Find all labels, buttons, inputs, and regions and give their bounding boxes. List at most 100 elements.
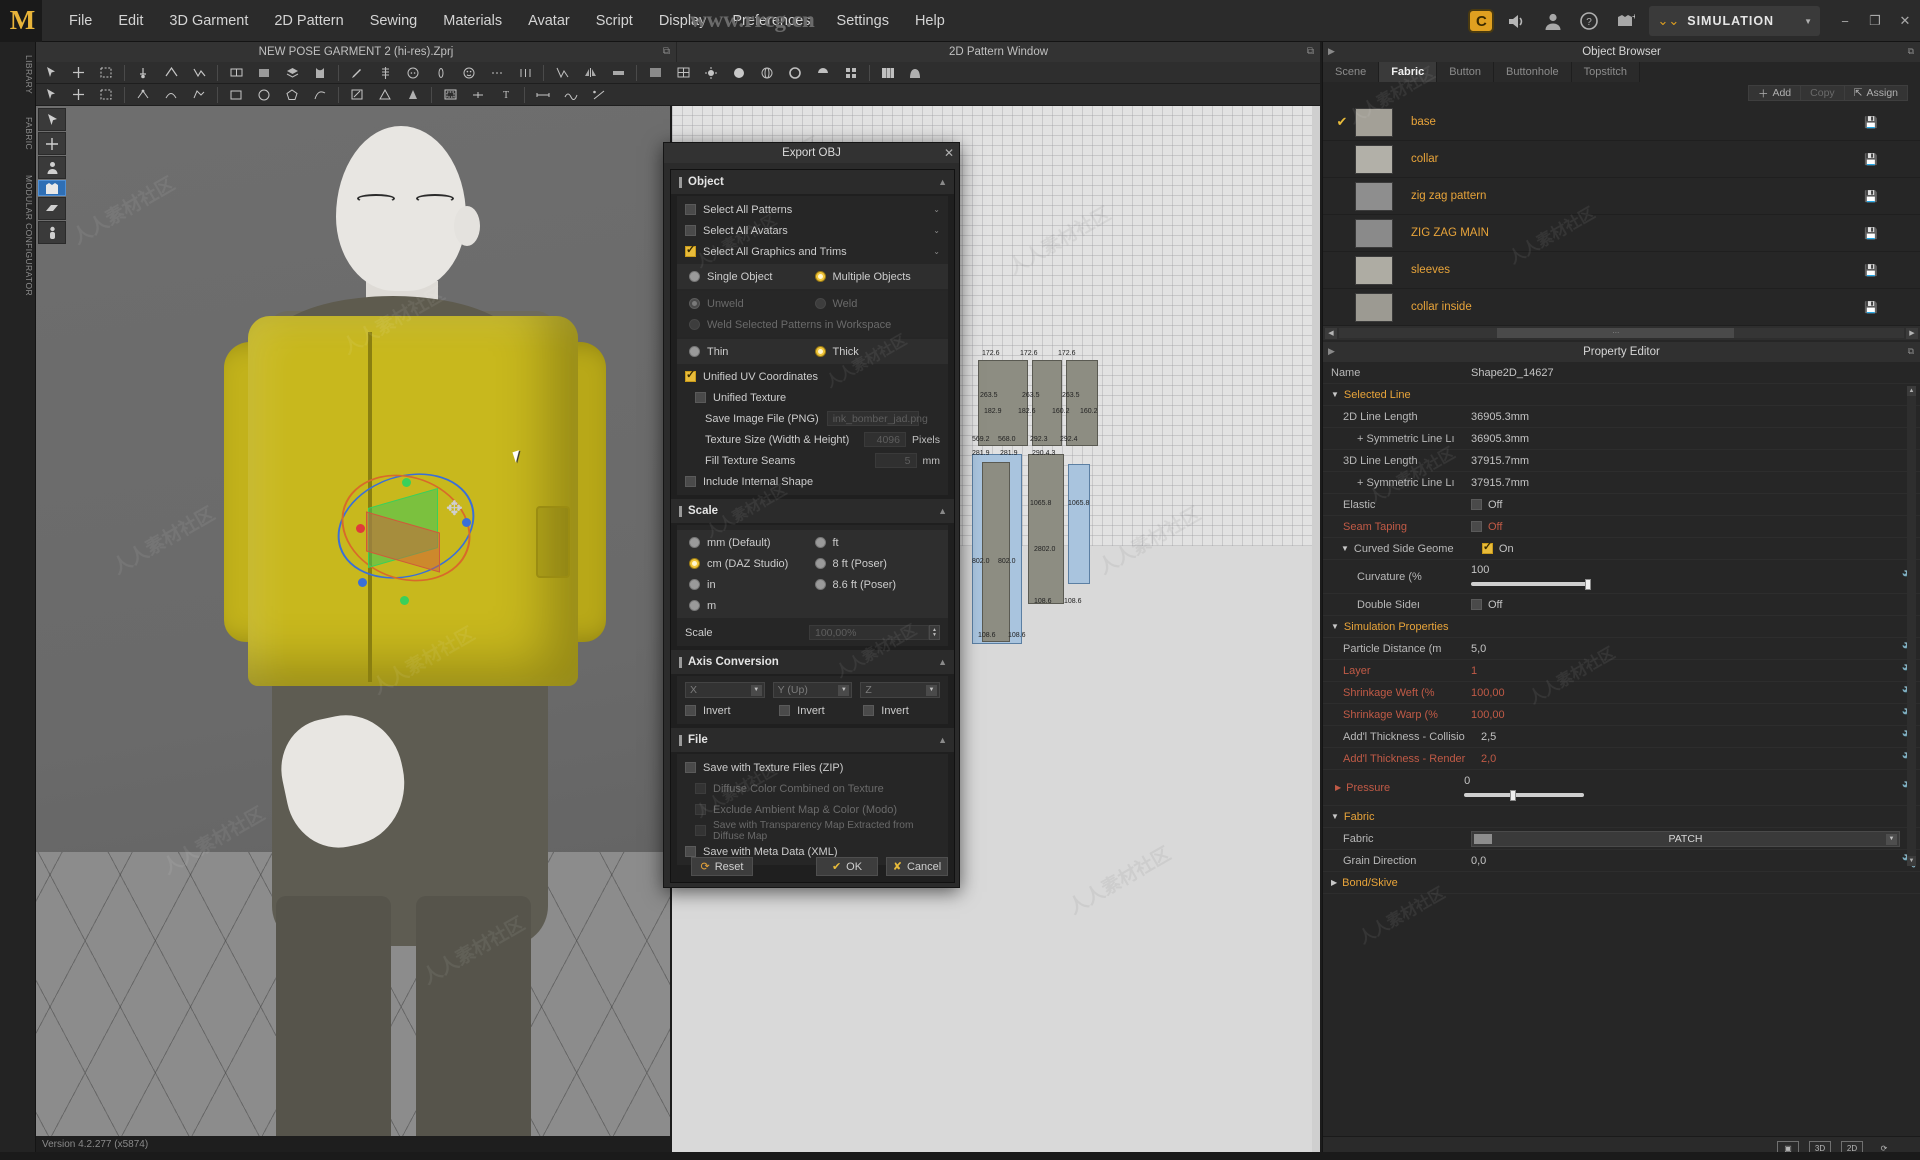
hemisphere-icon[interactable] <box>809 62 837 83</box>
radio-8-6-ft-poser[interactable] <box>814 579 826 590</box>
pattern-piece-5[interactable] <box>982 462 1010 642</box>
property-row-fabric[interactable]: Fabric PATCH ▼ <box>1323 828 1920 850</box>
radio-cm-daz-studio[interactable] <box>689 558 700 569</box>
section-header-file[interactable]: File ▲ <box>671 728 954 752</box>
pattern-piece-7[interactable] <box>1068 464 1090 584</box>
property-row-double-sided[interactable]: Double Sideı Off <box>1323 594 1920 616</box>
radio-thick-wrap[interactable]: Thick <box>814 346 941 358</box>
circle-tool-icon[interactable] <box>250 84 278 105</box>
menu-item-edit[interactable]: Edit <box>105 7 156 35</box>
radio-mm-default[interactable] <box>689 537 700 548</box>
property-row-grain-direction[interactable]: Grain Direction 0,0 🔧 <box>1323 850 1920 872</box>
rect-tool-icon[interactable] <box>222 84 250 105</box>
pattern-scrollbar-vertical[interactable] <box>1312 106 1320 1152</box>
checkbox-row-select-all-graphics[interactable]: Select All Graphics and Trims ⌄ <box>677 241 948 262</box>
radio-in[interactable] <box>689 579 700 590</box>
radio-86ft-wrap[interactable]: 8.6 ft (Poser) <box>814 579 941 591</box>
checkbox-unified-uv-coordinates[interactable] <box>685 368 696 382</box>
table-row[interactable]: sleeves 💾 <box>1323 252 1920 289</box>
section-header-object[interactable]: Object ▲ <box>671 170 954 194</box>
viewport-3d[interactable]: ✥ 人人素材社区 人人素材社区 人人素材社区 人人素材社区 人人素材社区 人人素… <box>36 106 670 1152</box>
stitch-icon[interactable] <box>157 62 185 83</box>
pattern-piece-6[interactable] <box>1028 454 1064 604</box>
grid-icon[interactable] <box>837 62 865 83</box>
checkbox-seam-taping[interactable] <box>1471 521 1482 532</box>
gizmo-handle-green-2[interactable] <box>400 596 409 605</box>
rect-select-icon[interactable] <box>92 62 120 83</box>
chevron-down-icon-axis-x[interactable]: ▼ <box>750 684 762 696</box>
property-row-shrinkage-weft[interactable]: Shrinkage Weft (% 100,00 🔧 <box>1323 682 1920 704</box>
menu-item-file[interactable]: File <box>56 7 105 35</box>
layers-icon[interactable] <box>278 62 306 83</box>
tab-buttonhole[interactable]: Buttonhole <box>1494 62 1572 82</box>
radio-thin-wrap[interactable]: Thin <box>689 346 815 358</box>
property-row-curvature[interactable]: Curvature (% 100 🔧 <box>1323 560 1920 594</box>
tab-fabric[interactable]: Fabric <box>1379 62 1438 82</box>
rail-tab-library[interactable]: LIBRARY <box>2 52 34 97</box>
chevron-up-icon[interactable]: ▲ <box>938 177 947 187</box>
gizmo-handle-green[interactable] <box>402 478 411 487</box>
radio-m-wrap[interactable]: m <box>689 600 815 612</box>
arrange-icon[interactable] <box>548 62 576 83</box>
fabric-swatch-zigzag-pattern[interactable] <box>1355 181 1393 211</box>
slider-track-pressure[interactable] <box>1464 790 1585 801</box>
sphere-icon[interactable] <box>725 62 753 83</box>
close-button[interactable]: ✕ <box>1890 0 1920 42</box>
add-fabric-button[interactable]: ＋ Add <box>1747 85 1802 101</box>
input-texture-size[interactable]: 4096 <box>863 432 906 447</box>
rail-tab-modular-configurator[interactable]: MODULAR CONFIGURATOR <box>2 172 34 299</box>
trace-icon[interactable] <box>306 84 334 105</box>
cloud-icon[interactable]: C <box>1463 0 1499 42</box>
checkbox-unified-texture[interactable] <box>695 392 706 403</box>
property-editor-scrollbar[interactable]: ▲ ▼ <box>1907 386 1916 866</box>
gizmo-handle-blue-2[interactable] <box>358 578 367 587</box>
checkbox-select-all-patterns[interactable] <box>685 204 696 215</box>
dart-icon[interactable] <box>399 84 427 105</box>
chevron-down-icon-avatars[interactable]: ⌄ <box>933 226 940 235</box>
section-header-scale[interactable]: Scale ▲ <box>671 499 954 523</box>
input-fill-texture-seams[interactable]: 5 <box>874 453 917 468</box>
stitch-free-icon[interactable] <box>185 62 213 83</box>
gizmo-handle-blue[interactable] <box>462 518 471 527</box>
close-icon[interactable]: ✕ <box>944 146 954 160</box>
tab-button[interactable]: Button <box>1437 62 1495 82</box>
scroll-up-icon[interactable]: ▲ <box>1907 386 1916 396</box>
slider-thumb-pressure[interactable] <box>1510 790 1517 801</box>
fabric-swatch-sleeves[interactable] <box>1355 255 1393 285</box>
fold-icon[interactable] <box>222 62 250 83</box>
notch-icon[interactable] <box>464 84 492 105</box>
ok-button[interactable]: ✔ OK <box>816 857 878 876</box>
popout-icon-2d[interactable]: ⧉ <box>1307 46 1314 57</box>
scroll-track[interactable]: ⋯ <box>1339 328 1904 338</box>
pleat-icon[interactable] <box>511 62 539 83</box>
pattern-piece-2[interactable] <box>1032 360 1062 446</box>
pointer-icon[interactable] <box>36 84 64 105</box>
wire-icon[interactable] <box>669 62 697 83</box>
menu-item-avatar[interactable]: Avatar <box>515 7 583 35</box>
edit-curve-icon[interactable] <box>157 84 185 105</box>
triangle-down-icon-curved-side[interactable]: ▼ <box>1341 544 1349 553</box>
popout-icon-3d[interactable]: ⧉ <box>663 46 670 57</box>
chevron-down-icon-graphics[interactable]: ⌄ <box>933 247 940 256</box>
section-header-axis-conversion[interactable]: Axis Conversion ▲ <box>671 650 954 674</box>
avatar-icon[interactable] <box>38 156 66 179</box>
save-icon-zigzag-main[interactable]: 💾 <box>1864 227 1878 240</box>
property-row-shrinkage-warp[interactable]: Shrinkage Warp (% 100,00 🔧 <box>1323 704 1920 726</box>
fabric-sheet-icon[interactable] <box>874 62 902 83</box>
table-row[interactable]: collar 💾 <box>1323 141 1920 178</box>
transform-icon[interactable] <box>38 132 66 155</box>
scroll-right-icon[interactable]: ▶ <box>1906 327 1918 339</box>
fabric-fold-icon[interactable] <box>902 62 930 83</box>
flatten-icon[interactable] <box>604 62 632 83</box>
chevron-down-icon-axis-y[interactable]: ▼ <box>838 684 850 696</box>
save-icon-collar-inside[interactable]: 💾 <box>1864 301 1878 314</box>
account-icon[interactable] <box>1535 0 1571 42</box>
smiley-icon[interactable] <box>455 62 483 83</box>
checkbox-row-save-with-texture-files[interactable]: Save with Texture Files (ZIP) <box>677 757 948 778</box>
assign-fabric-button[interactable]: ⇱ Assign <box>1843 85 1908 101</box>
transform-gizmo[interactable] <box>323 456 489 606</box>
pin-icon[interactable] <box>129 62 157 83</box>
pattern-pieces-group[interactable]: 172.6 172.6 172.6 263.5 263.5 263.5 182.… <box>972 346 1132 656</box>
property-row-layer[interactable]: Layer 1 🔧 <box>1323 660 1920 682</box>
radio-thick[interactable] <box>814 346 826 357</box>
